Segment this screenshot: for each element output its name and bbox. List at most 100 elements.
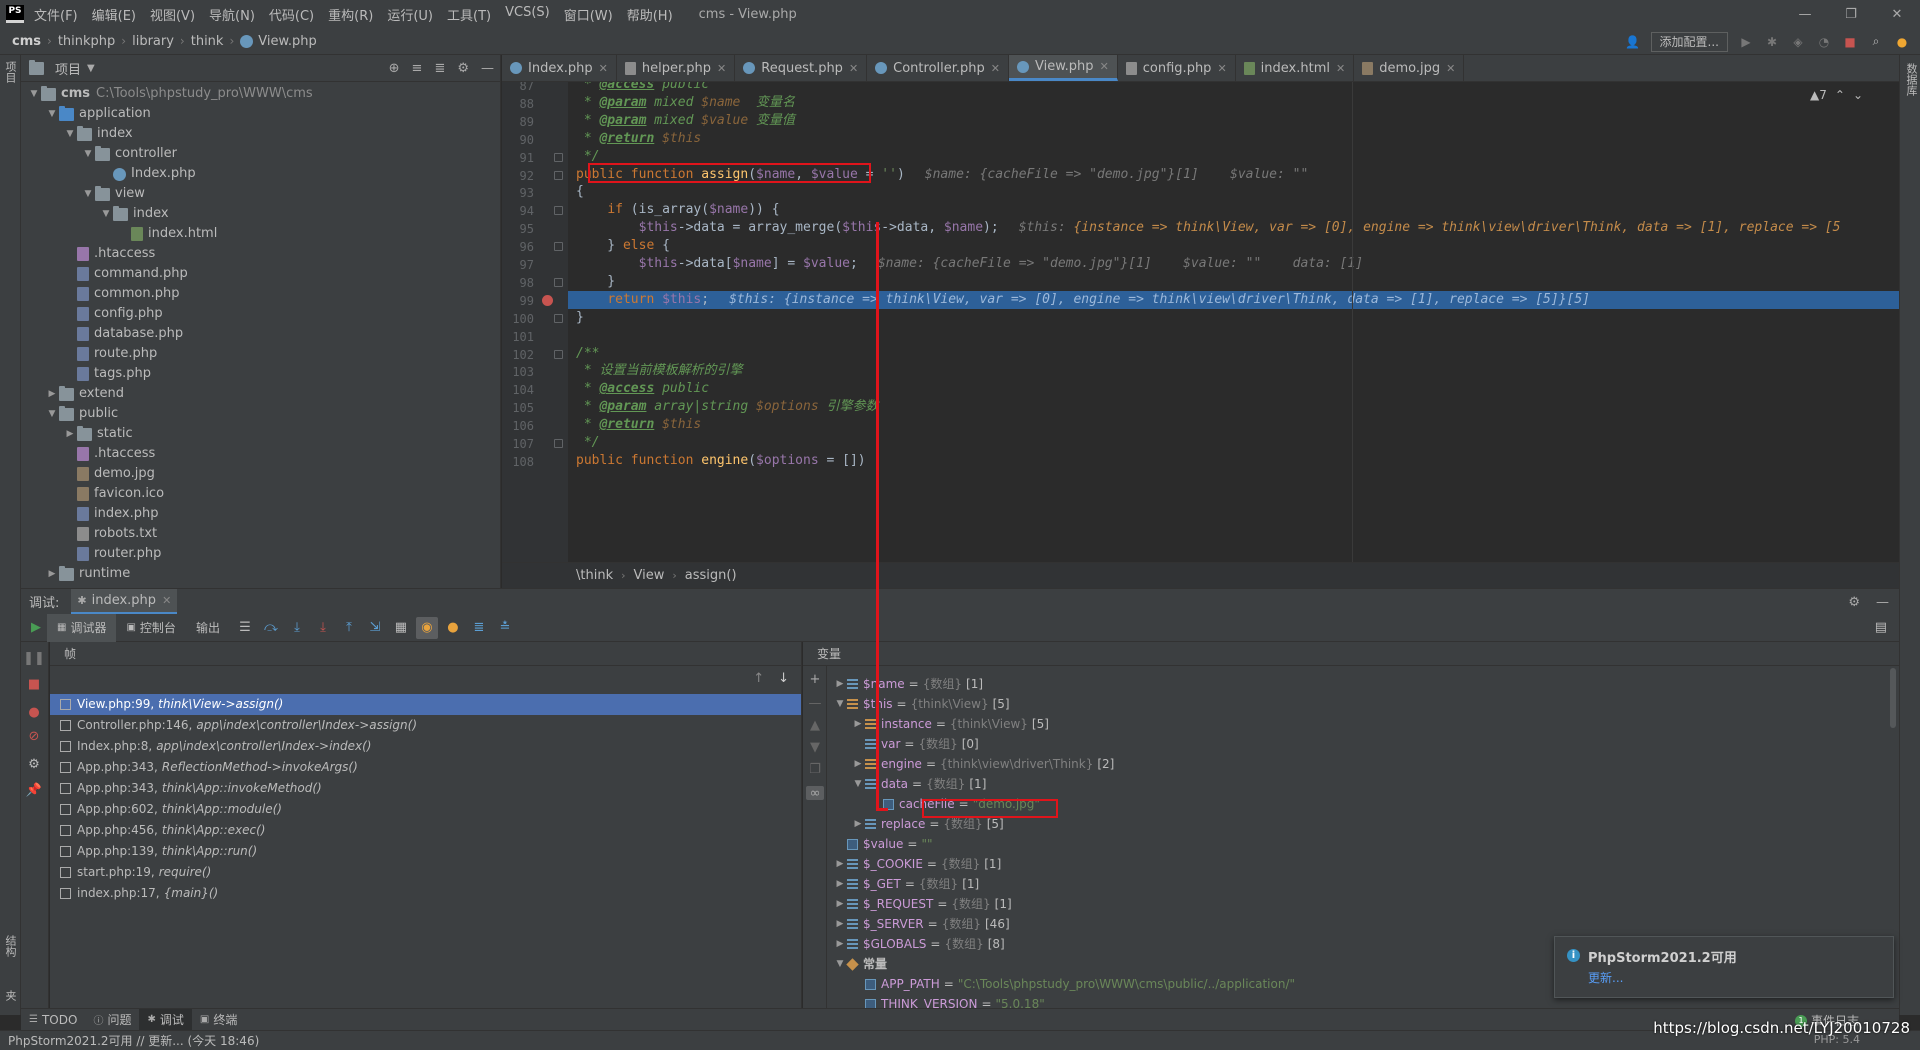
code-line[interactable]: * @access public: [568, 380, 1899, 398]
fold-icon[interactable]: [554, 277, 563, 287]
show-watches-icon[interactable]: ∞: [806, 786, 824, 801]
fold-icon[interactable]: [554, 170, 563, 180]
editor-tab[interactable]: demo.jpg ✕: [1354, 55, 1465, 81]
tree-node[interactable]: ▼ index: [21, 204, 500, 224]
stop-icon[interactable]: ■: [1842, 34, 1858, 50]
editor-tab[interactable]: Controller.php ✕: [867, 55, 1010, 81]
move-down-icon[interactable]: ▼: [808, 740, 822, 755]
variables-scrollbar[interactable]: [1890, 668, 1896, 728]
step-into-icon[interactable]: ⤓: [286, 617, 308, 639]
line-number[interactable]: 90: [502, 133, 534, 147]
project-panel-title[interactable]: 项目: [55, 59, 81, 78]
frame-up-icon[interactable]: ↑: [753, 671, 764, 686]
update-icon[interactable]: ●: [1894, 34, 1910, 50]
fold-icon[interactable]: [554, 313, 563, 323]
tree-node[interactable]: .htaccess: [21, 444, 500, 464]
expand-all-icon[interactable]: ≡: [412, 61, 423, 76]
line-number[interactable]: 91: [502, 151, 534, 165]
fold-icon[interactable]: [554, 206, 563, 216]
breadcrumb-cms[interactable]: cms: [12, 34, 41, 49]
line-number[interactable]: 87: [502, 82, 534, 93]
move-up-icon[interactable]: ▲: [808, 718, 822, 733]
variable-row[interactable]: ▼ data = {数组} [1]: [833, 774, 1899, 794]
code-line[interactable]: {: [568, 183, 1899, 201]
tab-console[interactable]: ▣ 控制台: [116, 614, 185, 642]
update-link[interactable]: 更新...: [1588, 969, 1623, 986]
tree-node[interactable]: common.php: [21, 284, 500, 304]
code-line[interactable]: $this->data[$name] = $value; $name: {cach…: [568, 255, 1899, 273]
tab-debug[interactable]: ✱ 调试: [139, 1008, 192, 1031]
code-line[interactable]: * @param mixed $name 变量名: [568, 94, 1899, 112]
frame-row[interactable]: View.php:99, think\View->assign(): [50, 694, 801, 715]
breakpoint-icon[interactable]: [542, 294, 553, 306]
chevron-right-icon[interactable]: ▶: [833, 914, 847, 934]
evaluate-icon[interactable]: ▦: [390, 617, 412, 639]
chevron-right-icon[interactable]: ▶: [851, 814, 865, 834]
database-tool-tab[interactable]: 数据库: [1903, 63, 1919, 96]
breadcrumb-think[interactable]: think: [191, 34, 224, 49]
frame-row[interactable]: Controller.php:146, app\index\controller\…: [50, 715, 801, 736]
run-to-cursor-icon[interactable]: ⇲: [364, 617, 386, 639]
variable-row[interactable]: ▶ engine = {think\view\driver\Think} [2]: [833, 754, 1899, 774]
chevron-right-icon[interactable]: ▶: [851, 714, 865, 734]
hide-icon[interactable]: —: [1876, 595, 1889, 610]
code-line[interactable]: [568, 327, 1899, 345]
view-breakpoints-icon[interactable]: ●: [26, 704, 42, 720]
editor-tab[interactable]: helper.php ✕: [617, 55, 736, 81]
tree-node[interactable]: Index.php: [21, 164, 500, 184]
editor-tab[interactable]: Request.php ✕: [735, 55, 868, 81]
line-number[interactable]: 88: [502, 97, 534, 111]
chevron-right-icon[interactable]: ▶: [63, 424, 77, 444]
fold-icon[interactable]: [554, 349, 563, 359]
tree-node[interactable]: index.html: [21, 224, 500, 244]
tree-node[interactable]: ▶ runtime: [21, 564, 500, 584]
variable-row[interactable]: ▶ $_GET = {数组} [1]: [833, 874, 1899, 894]
code-line[interactable]: * @access public: [568, 82, 1899, 94]
breadcrumb-thinkphp[interactable]: thinkphp: [58, 34, 115, 49]
chevron-down-icon[interactable]: ▼: [99, 204, 113, 224]
tab-output[interactable]: 输出: [186, 614, 230, 642]
tab-debugger[interactable]: ▦ 调试器: [47, 613, 117, 642]
breadcrumb-method[interactable]: assign(): [685, 568, 737, 583]
line-number[interactable]: 89: [502, 115, 534, 129]
profile-icon[interactable]: ◔: [1816, 34, 1832, 50]
chevron-right-icon[interactable]: ▶: [833, 894, 847, 914]
menu-item[interactable]: 窗口(W): [564, 5, 613, 24]
tree-node[interactable]: robots.txt: [21, 524, 500, 544]
execution-point-line[interactable]: return $this; $this: {instance => think\V…: [568, 290, 1899, 309]
tab-problems[interactable]: ⓘ 问题: [85, 1009, 139, 1031]
line-number[interactable]: 105: [502, 401, 534, 415]
chevron-right-icon[interactable]: ▶: [833, 934, 847, 954]
next-highlight-icon[interactable]: ⌄: [1853, 88, 1863, 102]
tree-node[interactable]: ▼ public: [21, 404, 500, 424]
code-line[interactable]: }: [568, 273, 1899, 291]
warning-count[interactable]: ▲7: [1810, 88, 1827, 102]
break-on-first-line-icon[interactable]: ◉: [415, 616, 438, 639]
minimize-icon[interactable]: —: [1782, 0, 1828, 28]
code-line[interactable]: $this->data = array_merge($this->data, $…: [568, 219, 1899, 237]
user-icon[interactable]: 👤: [1625, 34, 1641, 50]
line-number[interactable]: 98: [502, 276, 534, 290]
add-icon[interactable]: ≛: [494, 617, 516, 639]
editor-tab[interactable]: index.html ✕: [1236, 55, 1355, 81]
tree-node[interactable]: tags.php: [21, 364, 500, 384]
variable-row[interactable]: ▼$this={think\View}[5]: [833, 694, 1899, 714]
menu-item[interactable]: 帮助(H): [627, 5, 673, 24]
code-line[interactable]: if (is_array($name)) {: [568, 201, 1899, 219]
line-number[interactable]: 95: [502, 222, 534, 236]
status-text[interactable]: PhpStorm2021.2可用 // 更新... (今天 18:46): [8, 1032, 259, 1049]
resume-icon[interactable]: ▶: [25, 617, 47, 639]
menu-item[interactable]: 导航(N): [209, 5, 255, 24]
tree-node[interactable]: database.php: [21, 324, 500, 344]
code-line[interactable]: * @return $this: [568, 416, 1899, 434]
close-icon[interactable]: ✕: [1336, 62, 1345, 75]
run-icon[interactable]: ▶: [1738, 34, 1754, 50]
project-tool-tab[interactable]: 项目: [2, 61, 18, 83]
coverage-icon[interactable]: ◈: [1790, 34, 1806, 50]
close-icon[interactable]: ✕: [599, 62, 608, 75]
line-number[interactable]: 103: [502, 365, 534, 379]
editor-tab[interactable]: config.php ✕: [1118, 55, 1236, 81]
fold-icon[interactable]: [554, 242, 563, 252]
variable-row[interactable]: ▶ $_SERVER = {数组} [46]: [833, 914, 1899, 934]
line-number[interactable]: 100: [502, 312, 534, 326]
